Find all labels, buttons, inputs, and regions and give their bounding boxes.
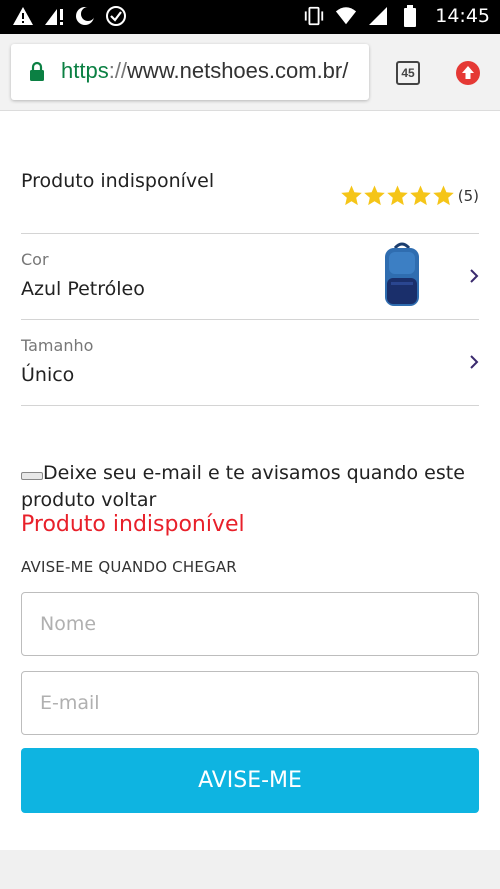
product-status: Produto indisponível [21,170,215,192]
star-icon [432,185,454,206]
cell-signal-icon [367,5,389,27]
color-label: Cor [21,250,49,269]
url-text: https://www.netshoes.com.br/ [61,58,348,84]
signal-alert-icon [43,5,65,27]
tab-count: 45 [401,66,415,80]
name-input[interactable] [21,592,479,656]
upload-icon[interactable] [455,60,481,90]
lock-icon [29,61,45,85]
star-icon [363,185,385,206]
status-bar: 14:45 [0,0,500,34]
battery-icon [399,5,421,27]
size-value: Único [21,364,75,386]
chevron-right-icon [469,268,479,288]
url-bar[interactable]: https://www.netshoes.com.br/ [11,44,369,100]
size-option-row[interactable]: Tamanho Único [21,320,479,406]
email-input[interactable] [21,671,479,735]
backpack-thumbnail [381,242,423,314]
warning-icon [12,5,34,27]
star-icon [340,185,362,206]
check-badge-icon [105,5,127,27]
url-host: www.netshoes.com.br/ [127,58,349,83]
unavailable-warning: Produto indisponível [21,512,245,537]
rating-count: (5) [457,186,479,205]
url-scheme: https [61,58,109,83]
status-left-icons [12,5,127,27]
color-option-row[interactable]: Cor Azul Petróleo [21,234,479,320]
status-time: 14:45 [435,5,490,27]
vibrate-icon [303,5,325,27]
bottom-strip [0,850,500,889]
notify-me-button[interactable]: AVISE-ME [21,748,479,813]
status-right-icons: 14:45 [303,5,490,27]
notify-message-text: Deixe seu e-mail e te avisamos quando es… [21,462,465,511]
rating[interactable]: (5) [340,184,479,207]
color-value: Azul Petróleo [21,278,145,300]
divider [21,405,479,406]
browser-toolbar: https://www.netshoes.com.br/ 45 [0,34,500,111]
chevron-right-icon [469,354,479,374]
moon-icon [74,5,96,27]
wifi-icon [335,5,357,27]
url-separator: :// [108,58,128,83]
notify-checkbox[interactable] [21,471,43,480]
notify-message: Deixe seu e-mail e te avisamos quando es… [21,460,481,514]
star-icon [386,185,408,206]
notify-section-label: AVISE-ME QUANDO CHEGAR [21,558,237,576]
size-label: Tamanho [21,336,94,355]
star-icon [409,185,431,206]
tab-switcher-button[interactable]: 45 [396,61,420,85]
